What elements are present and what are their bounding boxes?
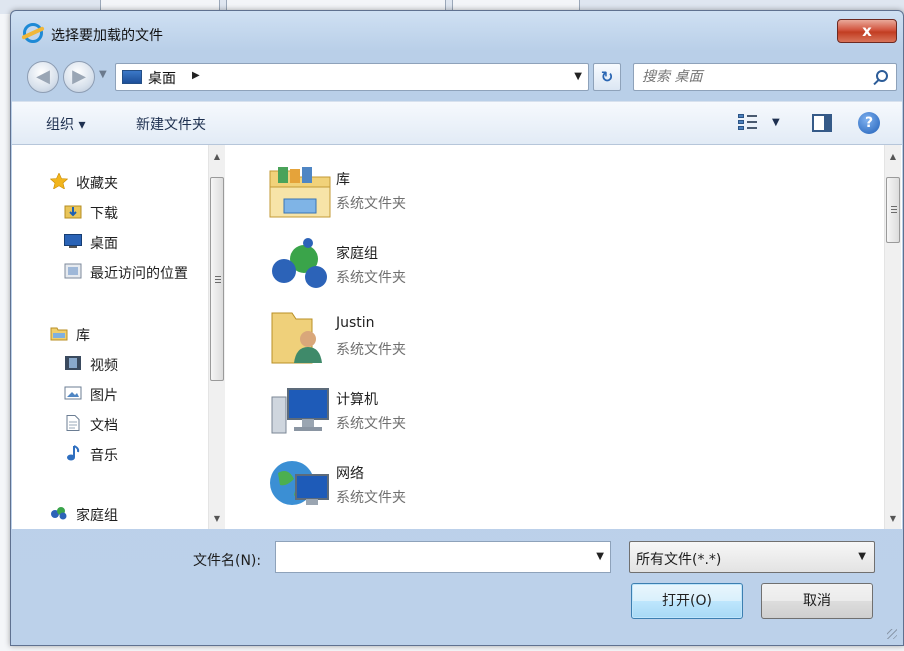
back-button[interactable]: ◀ — [27, 61, 59, 93]
sidebar-item-label: 家庭组 — [76, 508, 118, 524]
file-item-network[interactable]: 网络 系统文件夹 — [244, 451, 804, 517]
search-input[interactable] — [642, 68, 862, 86]
download-folder-icon — [64, 205, 82, 219]
sidebar-item-label: 文档 — [90, 418, 118, 434]
file-name: 家庭组 — [336, 246, 378, 262]
user-folder-icon — [271, 312, 322, 364]
recent-pages-dropdown-icon[interactable]: ▼ — [99, 69, 107, 80]
filter-dropdown-icon[interactable]: ▼ — [858, 551, 866, 562]
resize-grip-icon[interactable] — [887, 629, 897, 639]
forward-button[interactable]: ▶ — [63, 61, 95, 93]
scroll-up-arrow-icon[interactable]: ▲ — [885, 149, 901, 165]
file-type-filter-value: 所有文件(*.*) — [636, 552, 722, 568]
filename-input[interactable] — [282, 548, 582, 566]
file-name: 计算机 — [336, 392, 378, 408]
title-bar[interactable]: 选择要加载的文件 x — [11, 11, 903, 51]
file-type: 系统文件夹 — [336, 196, 406, 212]
file-item-user-folder[interactable]: Justin 系统文件夹 — [244, 303, 804, 369]
recent-places-icon — [64, 263, 82, 279]
file-type: 系统文件夹 — [336, 342, 406, 358]
file-name: 网络 — [336, 466, 364, 482]
sidebar-item-label: 库 — [76, 328, 90, 344]
scrollbar-thumb[interactable] — [886, 177, 900, 243]
picture-icon — [64, 386, 82, 400]
scroll-down-arrow-icon[interactable]: ▼ — [885, 511, 901, 527]
scrollbar-thumb[interactable] — [210, 177, 224, 381]
view-options-dropdown-icon[interactable]: ▼ — [772, 117, 780, 128]
scroll-down-arrow-icon[interactable]: ▼ — [209, 511, 225, 527]
content-area: 收藏夹 下载 桌面 最近访问的位置 库 视频 图片 文档 音乐 家庭组 ▲ ▼ … — [12, 145, 902, 529]
cancel-button[interactable]: 取消 — [761, 583, 873, 619]
desktop-icon — [64, 234, 82, 248]
library-icon — [50, 327, 68, 341]
sidebar-item-label: 音乐 — [90, 448, 118, 464]
computer-icon — [271, 388, 329, 434]
navigation-bar: ◀ ▶ ▼ 桌面 ▶ ▼ ↻ — [11, 59, 903, 95]
search-box[interactable] — [633, 63, 897, 91]
file-item-homegroup[interactable]: 家庭组 系统文件夹 — [244, 231, 804, 297]
refresh-button[interactable]: ↻ — [593, 63, 621, 91]
file-type: 系统文件夹 — [336, 416, 406, 432]
file-name: 库 — [336, 172, 350, 188]
video-icon — [65, 356, 81, 370]
star-icon — [50, 173, 68, 189]
homegroup-icon — [51, 507, 67, 520]
sidebar-item-label: 最近访问的位置 — [90, 266, 188, 282]
file-item-libraries[interactable]: 库 系统文件夹 — [244, 157, 804, 223]
desktop-icon — [122, 70, 142, 84]
new-folder-button[interactable]: 新建文件夹 — [136, 114, 206, 134]
sidebar-item-label: 图片 — [90, 388, 118, 404]
change-view-icon[interactable] — [738, 113, 758, 133]
music-icon — [67, 445, 80, 461]
filename-dropdown-icon[interactable]: ▼ — [596, 551, 604, 562]
open-button[interactable]: 打开(O) — [631, 583, 743, 619]
command-toolbar: 组织 ▾ 新建文件夹 ▼ ? — [12, 101, 902, 145]
sidebar-item-label: 收藏夹 — [76, 176, 118, 192]
file-type-filter-select[interactable]: 所有文件(*.*) ▼ — [629, 541, 875, 573]
document-icon — [66, 415, 80, 431]
file-type: 系统文件夹 — [336, 490, 406, 506]
sidebar-item-label: 桌面 — [90, 236, 118, 252]
address-bar[interactable]: 桌面 ▶ ▼ — [115, 63, 589, 91]
scroll-up-arrow-icon[interactable]: ▲ — [209, 149, 225, 165]
file-list-scrollbar[interactable]: ▲ ▼ — [884, 145, 901, 529]
dialog-title: 选择要加载的文件 — [51, 28, 163, 44]
file-type: 系统文件夹 — [336, 270, 406, 286]
preview-pane-icon[interactable] — [812, 114, 832, 132]
file-item-computer[interactable]: 计算机 系统文件夹 — [244, 377, 804, 443]
navigation-pane: 收藏夹 下载 桌面 最近访问的位置 库 视频 图片 文档 音乐 家庭组 — [12, 145, 226, 529]
file-open-dialog: 选择要加载的文件 x ◀ ▶ ▼ 桌面 ▶ ▼ ↻ 组织 ▾ 新建文件夹 ▼ ? — [10, 10, 904, 646]
filename-combobox[interactable]: ▼ — [275, 541, 611, 573]
filename-label: 文件名(N): — [193, 553, 262, 569]
ie-logo-icon — [23, 23, 43, 43]
file-name: Justin — [336, 315, 375, 331]
sidebar-item-label: 下载 — [90, 206, 118, 222]
search-icon[interactable] — [876, 70, 888, 82]
sidebar-item-label: 视频 — [90, 358, 118, 374]
library-folder-icon — [269, 167, 331, 218]
homegroup-icon — [272, 238, 327, 288]
navigation-pane-scrollbar[interactable]: ▲ ▼ — [208, 145, 225, 529]
breadcrumb-arrow-icon[interactable]: ▶ — [192, 70, 200, 81]
close-button[interactable]: x — [837, 19, 897, 43]
network-icon — [270, 461, 329, 505]
organize-button[interactable]: 组织 ▾ — [46, 114, 85, 134]
address-dropdown-icon[interactable]: ▼ — [574, 71, 582, 82]
file-list: 库 系统文件夹 家庭组 系统文件夹 Justin 系统文件夹 计算机 系统文件夹… — [244, 145, 884, 529]
address-crumb[interactable]: 桌面 — [148, 68, 176, 88]
help-icon[interactable]: ? — [858, 112, 880, 134]
